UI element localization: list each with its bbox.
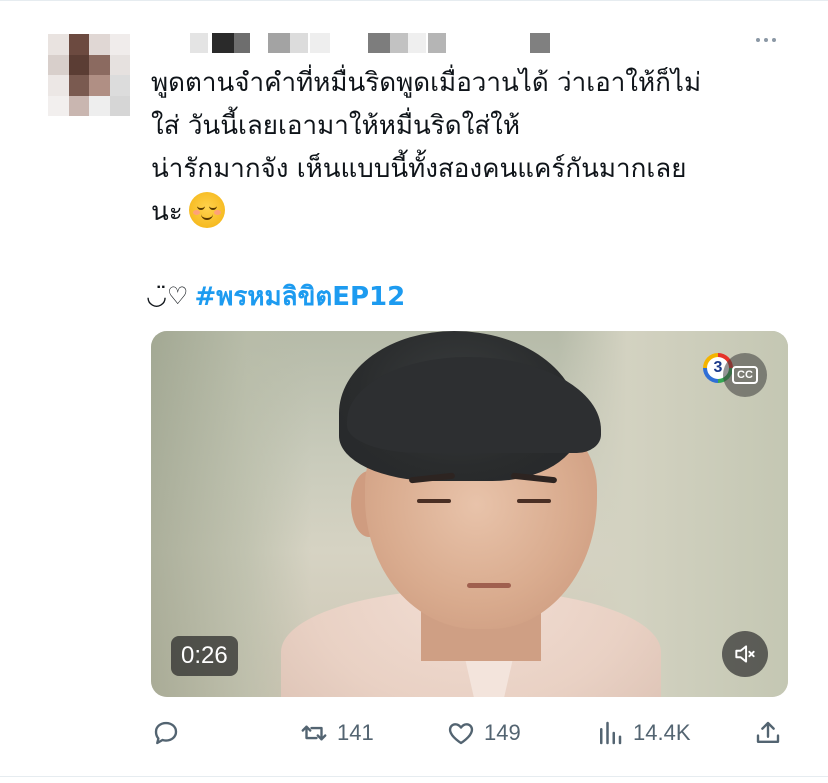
retweet-count: 141 bbox=[337, 720, 374, 745]
captions-button[interactable]: CC bbox=[723, 353, 767, 397]
heart-icon bbox=[448, 723, 474, 745]
top-divider bbox=[0, 0, 828, 1]
cc-icon: CC bbox=[732, 366, 758, 384]
retweet-button[interactable]: 141 bbox=[299, 713, 374, 753]
share-button[interactable] bbox=[753, 713, 783, 753]
hashtag-line: ◡̈♡ #พรหมลิขิตEP12 bbox=[146, 276, 405, 316]
video-frame-eye bbox=[417, 499, 451, 503]
tweet-text-line: ใส่ วันนี้เลยเอามาให้หมื่นริดใส่ให้ bbox=[151, 111, 521, 141]
more-options-icon[interactable] bbox=[746, 28, 786, 52]
video-frame-mouth bbox=[467, 583, 511, 588]
video-player[interactable]: 3 CC 0:26 bbox=[151, 331, 788, 697]
tweet-text-line-last: นะ bbox=[151, 191, 801, 234]
views-button[interactable]: 14.4K bbox=[595, 713, 691, 753]
video-duration: 0:26 bbox=[171, 636, 238, 676]
analytics-bar-icon bbox=[600, 721, 622, 745]
mute-button[interactable] bbox=[722, 631, 768, 677]
reply-icon bbox=[154, 721, 178, 745]
tweet-text-line: นะ bbox=[151, 197, 183, 227]
video-frame-eye bbox=[517, 499, 551, 503]
views-count: 14.4K bbox=[633, 720, 691, 745]
kaomoji: ◡̈♡ bbox=[146, 282, 189, 310]
share-icon bbox=[756, 721, 780, 743]
tweet-actions: 141 149 14.4K bbox=[151, 713, 791, 753]
tweet-text-line: น่ารักมากจัง เห็นแบบนี้ทั้งสองคนแคร์กันม… bbox=[151, 154, 687, 184]
retweet-icon bbox=[301, 725, 327, 741]
like-button[interactable]: 149 bbox=[446, 713, 521, 753]
tweet-text: พูดตานจำคำที่หมื่นริดพูดเมื่อวานได้ ว่าเ… bbox=[151, 62, 801, 234]
reply-button[interactable] bbox=[151, 713, 189, 753]
speaker-muted-icon bbox=[735, 645, 755, 663]
hashtag-link[interactable]: #พรหมลิขิตEP12 bbox=[194, 276, 405, 317]
like-count: 149 bbox=[484, 720, 521, 745]
blush-smile-emoji-icon bbox=[188, 191, 225, 228]
tweet-text-line: พูดตานจำคำที่หมื่นริดพูดเมื่อวานได้ ว่าเ… bbox=[151, 68, 702, 98]
author-name-redacted[interactable] bbox=[150, 33, 560, 53]
avatar[interactable] bbox=[48, 34, 130, 116]
bottom-divider bbox=[0, 776, 828, 777]
